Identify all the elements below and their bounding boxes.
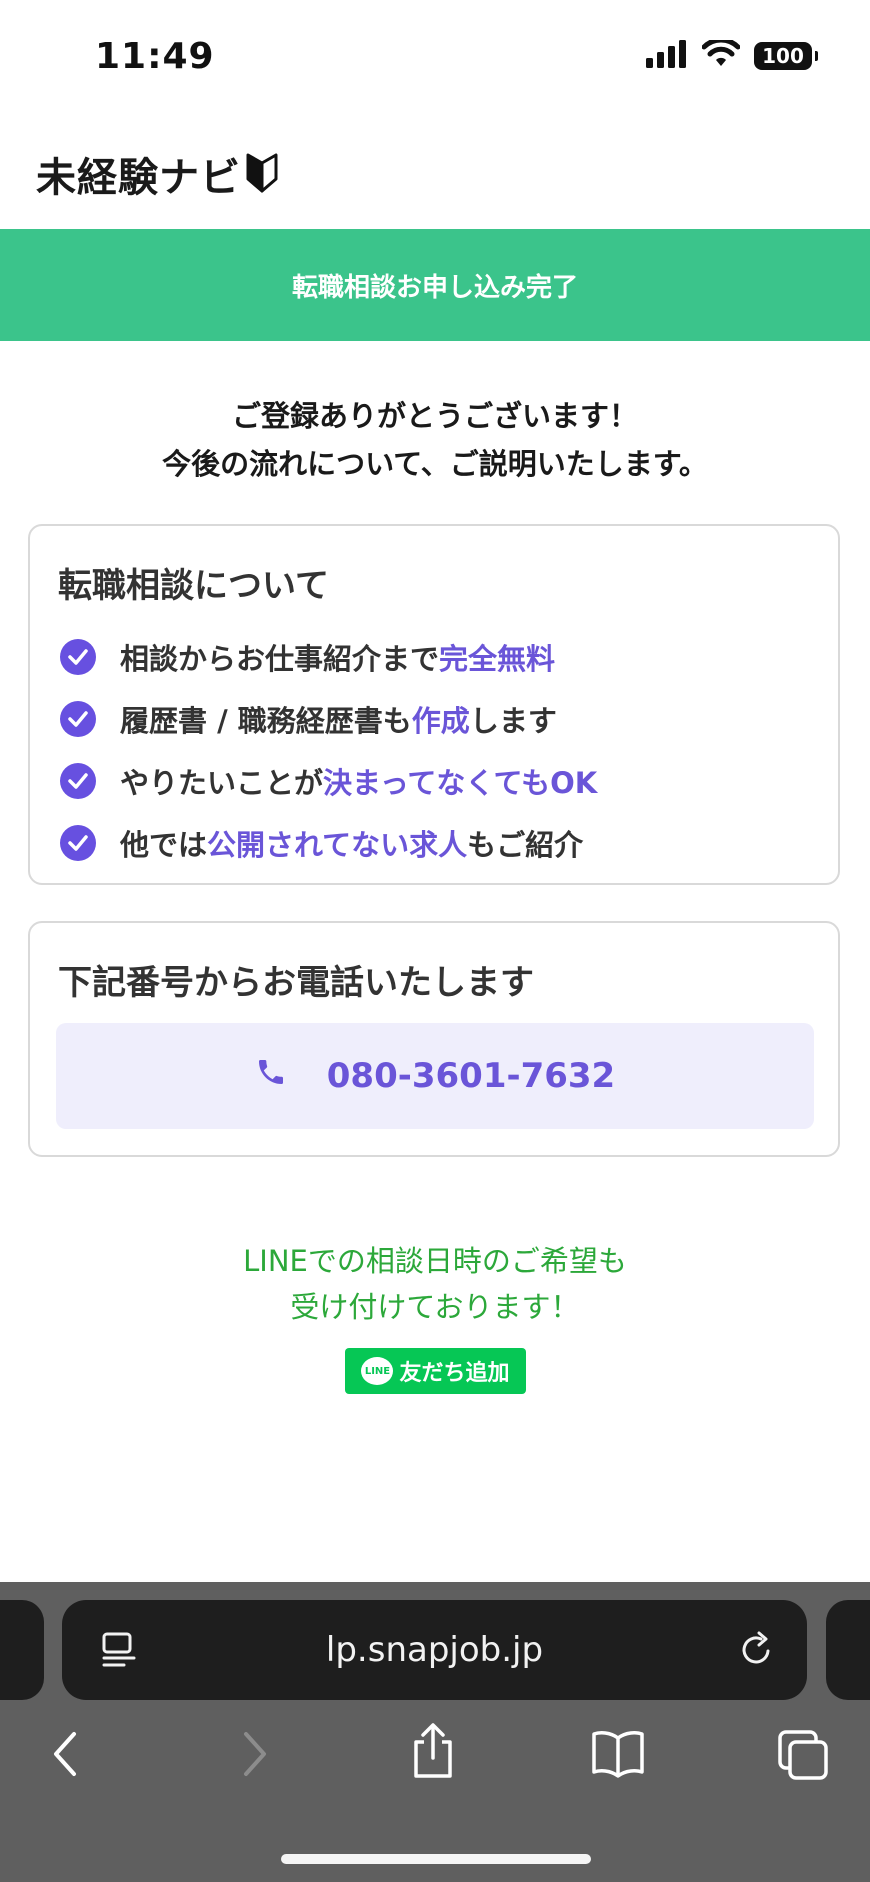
feature-text: やりたいことが xyxy=(120,766,324,800)
line-add-friend-button[interactable]: LINE 友だち追加 xyxy=(345,1348,526,1394)
list-item: 他では 公開されてない求人 もご紹介 xyxy=(60,812,597,874)
home-indicator xyxy=(281,1854,591,1864)
browser-bar: lp.snapjob.jp xyxy=(0,1582,870,1882)
phone-number-button[interactable]: 080-3601-7632 xyxy=(56,1023,814,1129)
site-logo[interactable]: 未経験ナビ xyxy=(36,145,279,203)
feature-text: 相談からお仕事紹介まで xyxy=(120,642,440,676)
completion-banner: 転職相談お申し込み完了 xyxy=(0,229,870,341)
line-message-1: LINEでの相談日時のご希望も xyxy=(243,1244,627,1278)
check-icon xyxy=(60,639,96,675)
logo-text: 未経験ナビ xyxy=(36,155,241,201)
url-text: lp.snapjob.jp xyxy=(325,1630,544,1670)
forward-icon[interactable] xyxy=(236,1728,272,1784)
previous-tab[interactable] xyxy=(0,1600,44,1700)
battery-level: 100 xyxy=(762,44,804,68)
signal-icon xyxy=(646,40,688,72)
site-header: 未経験ナビ xyxy=(0,110,870,228)
feature-text-after: もご紹介 xyxy=(467,828,584,862)
line-message-2: 受け付けております！ xyxy=(290,1290,580,1324)
card-title: 下記番号からお電話いたします xyxy=(58,963,534,1003)
check-icon xyxy=(60,763,96,799)
wifi-icon xyxy=(701,37,741,72)
intro-line-2: 今後の流れについて、ご説明いたします。 xyxy=(162,447,708,481)
list-item: やりたいことが 決まってなくてもOK xyxy=(60,750,597,812)
line-logo-icon: LINE xyxy=(361,1357,394,1385)
feature-text: 履歴書 / 職務経歴書も xyxy=(120,704,412,738)
list-item: 履歴書 / 職務経歴書も 作成 します xyxy=(60,688,597,750)
address-bar[interactable]: lp.snapjob.jp xyxy=(62,1600,807,1700)
share-icon[interactable] xyxy=(408,1722,458,1784)
status-bar: 11:49 100 xyxy=(0,0,870,110)
feature-text-after: します xyxy=(469,704,557,738)
feature-highlight: 決まってなくてもOK xyxy=(323,766,598,800)
status-icons: 100 xyxy=(646,37,818,72)
back-icon[interactable] xyxy=(48,1728,84,1784)
battery-icon: 100 xyxy=(754,42,818,70)
feature-highlight: 完全無料 xyxy=(439,642,556,676)
tabs-icon[interactable] xyxy=(776,1728,830,1786)
phone-number: 080-3601-7632 xyxy=(326,1056,616,1096)
status-time: 11:49 xyxy=(95,36,215,77)
card-title: 転職相談について xyxy=(58,566,329,606)
feature-list: 相談からお仕事紹介まで 完全無料 履歴書 / 職務経歴書も 作成 します やりたいこと… xyxy=(60,626,597,874)
line-message: LINEでの相談日時のご希望も 受け付けております！ xyxy=(0,1238,870,1330)
feature-text: 他では xyxy=(120,828,208,862)
feature-highlight: 公開されてない求人 xyxy=(207,828,468,862)
line-button-label: 友だち追加 xyxy=(399,1361,510,1386)
reload-icon[interactable] xyxy=(737,1630,777,1674)
list-item: 相談からお仕事紹介まで 完全無料 xyxy=(60,626,597,688)
check-icon xyxy=(60,701,96,737)
intro-line-1: ご登録ありがとうございます！ xyxy=(231,399,638,433)
check-icon xyxy=(60,825,96,861)
next-tab[interactable] xyxy=(826,1600,870,1700)
banner-text: 転職相談お申し込み完了 xyxy=(291,272,578,303)
phone-call-card: 下記番号からお電話いたします 080-3601-7632 xyxy=(28,921,840,1157)
bookmarks-icon[interactable] xyxy=(590,1728,646,1782)
feature-highlight: 作成 xyxy=(411,704,470,738)
consultation-info-card: 転職相談について 相談からお仕事紹介まで 完全無料 履歴書 / 職務経歴書も 作成し… xyxy=(28,524,840,885)
beginner-mark-icon xyxy=(245,151,279,197)
phone-icon xyxy=(255,1056,287,1097)
intro-message: ご登録ありがとうございます！ 今後の流れについて、ご説明いたします。 xyxy=(0,392,870,488)
